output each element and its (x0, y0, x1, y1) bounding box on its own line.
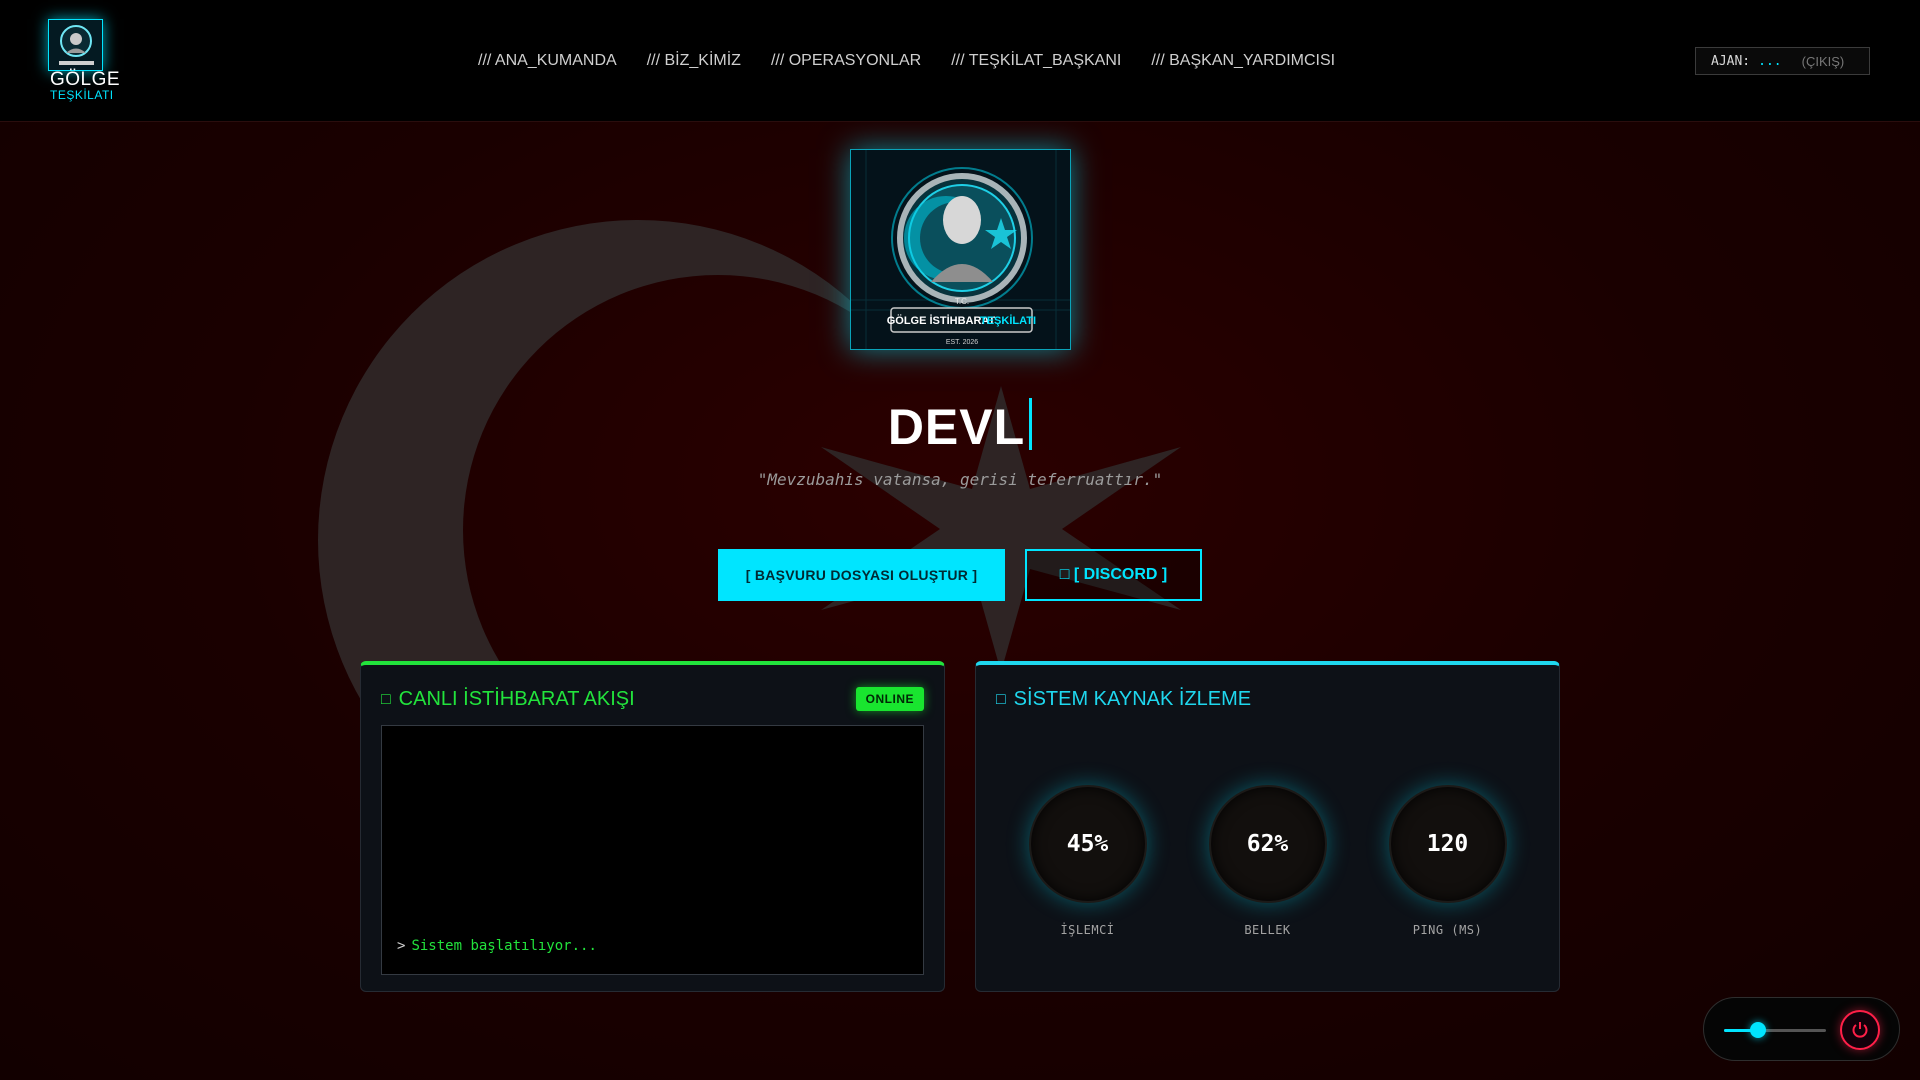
terminal-log-line: > Sistem başlatılıyor... (397, 938, 597, 954)
logo-subtitle: TEŞKİLATI (50, 88, 114, 102)
typing-cursor (1029, 398, 1033, 450)
resource-monitor-title: □ SİSTEM KAYNAK İZLEME (996, 688, 1251, 711)
memory-gauge-label: BELLEK (1244, 923, 1291, 937)
discord-button-label: [ DISCORD ] (1073, 566, 1168, 583)
ping-gauge-label: PING (MS) (1412, 923, 1483, 937)
hero-title: DEVL (0, 398, 1920, 456)
memory-gauge-value: 62% (1246, 831, 1289, 857)
audio-control-widget (1703, 997, 1900, 1061)
emblem-graphic: T.C. GÖLGE İSTİHBARAT TEŞKİLATI EST. 202… (851, 150, 1070, 349)
agent-label: AJAN: (1711, 53, 1751, 69)
memory-gauge: 62% BELLEK (1208, 785, 1328, 937)
memory-gauge-ring: 62% (1208, 785, 1327, 903)
cpu-gauge-label: İŞLEMCİ (1060, 923, 1115, 937)
intel-terminal[interactable]: > Sistem başlatılıyor... (381, 725, 924, 975)
volume-slider[interactable] (1724, 1022, 1826, 1038)
logout-link[interactable]: (ÇIKIŞ) (1802, 54, 1845, 69)
discord-icon: □ (1059, 566, 1070, 583)
emblem-line2b: TEŞKİLATI (980, 314, 1036, 327)
nav-item-baskan-yardimcisi[interactable]: /// BAŞKAN_YARDIMCISI (1151, 52, 1335, 70)
terminal-icon: □ (381, 690, 391, 708)
volume-slider-thumb[interactable] (1749, 1022, 1766, 1038)
nav-item-ana-kumanda[interactable]: /// ANA_KUMANDA (478, 52, 617, 70)
resource-monitor-title-text: SİSTEM KAYNAK İZLEME (1013, 688, 1252, 710)
status-badge: ONLINE (855, 687, 924, 711)
intel-feed-title-text: CANLI İSTİHBARAT AKIŞI (398, 688, 635, 710)
emblem-line1: T.C. (955, 297, 969, 306)
terminal-prompt: > (397, 938, 406, 954)
create-application-button[interactable]: [ BAŞVURU DOSYASI OLUŞTUR ] (718, 549, 1005, 601)
ping-gauge: 120 PING (MS) (1388, 785, 1508, 937)
server-icon: □ (996, 690, 1006, 708)
cpu-gauge-ring: 45% (1028, 785, 1147, 903)
hero-emblem: T.C. GÖLGE İSTİHBARAT TEŞKİLATI EST. 202… (850, 149, 1071, 350)
cpu-gauge: 45% İŞLEMCİ (1028, 785, 1148, 937)
agent-value: ... (1758, 53, 1782, 69)
emblem-line3: EST. 2026 (946, 339, 978, 346)
logo-emblem-icon[interactable] (48, 19, 103, 71)
resource-monitor-panel: □ SİSTEM KAYNAK İZLEME 45% İŞLEMCİ 62% B… (975, 661, 1560, 992)
intel-feed-panel: □ CANLI İSTİHBARAT AKIŞI ONLINE > Sistem … (360, 661, 945, 992)
agent-status-box: AJAN: ... (ÇIKIŞ) (1695, 47, 1870, 75)
intel-feed-title: □ CANLI İSTİHBARAT AKIŞI (381, 688, 635, 711)
nav-item-biz-kimiz[interactable]: /// BİZ_KİMİZ (647, 52, 741, 70)
hero-title-text: DEVL (887, 399, 1026, 455)
top-navbar: GÖLGE TEŞKİLATI /// ANA_KUMANDA /// BİZ_… (0, 0, 1920, 122)
nav-item-teskilat-baskani[interactable]: /// TEŞKİLAT_BAŞKANI (951, 52, 1121, 70)
gauge-group: 45% İŞLEMCİ 62% BELLEK 120 PING (MS) (976, 785, 1559, 937)
ping-gauge-value: 120 (1426, 831, 1469, 857)
main-nav: /// ANA_KUMANDA /// BİZ_KİMİZ /// OPERAS… (478, 52, 1335, 70)
terminal-log-text: Sistem başlatılıyor... (411, 938, 597, 954)
hero-quote: "Mevzubahis vatansa, gerisi teferruattır… (757, 470, 1163, 489)
nav-item-operasyonlar[interactable]: /// OPERASYONLAR (771, 52, 921, 70)
power-icon (1852, 1022, 1868, 1038)
ping-gauge-ring: 120 (1388, 785, 1507, 903)
power-toggle-button[interactable] (1840, 1010, 1880, 1050)
discord-button[interactable]: □ [ DISCORD ] (1025, 549, 1202, 601)
cpu-gauge-value: 45% (1066, 831, 1109, 857)
